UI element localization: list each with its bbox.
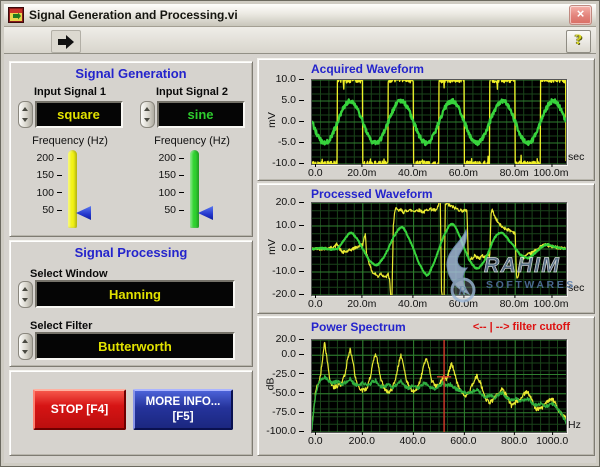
toolbar: ? [4,27,596,54]
front-panel: Signal Generation Input Signal 1 square … [4,54,596,463]
processed-waveform-chart: Processed Waveform mV 20.0 10.0 0.0 -10.… [257,183,595,314]
y-tick-label: 0.0 [281,242,304,254]
x-tick-label: 1000.0 [536,432,569,447]
more-info-button[interactable]: MORE INFO... [F5] [133,389,233,430]
slider-thumb-1[interactable] [76,206,91,220]
input-signal-2-group: Input Signal 2 sine Frequency (Hz) 200 1… [138,86,246,234]
select-filter-value[interactable]: Butterworth [35,332,235,360]
x-tick-label: 40.0m [398,295,428,310]
x-axis-unit: Hz [568,419,581,431]
x-tick-label: 20.0m [347,295,377,310]
slider-scale-2: 200 150 100 50 [148,152,184,216]
input-signal-1-label: Input Signal 1 [33,86,107,98]
chart-title: Acquired Waveform [311,62,424,76]
slider-scale-1: 200 150 100 50 [26,152,62,216]
y-tick-label: -50.0 [272,387,304,399]
acquired-waveform-chart: Acquired Waveform mV 10.0 5.0 0.0 -5.0 -… [257,58,595,181]
frequency-label-2: Frequency (Hz) [154,135,230,147]
close-icon[interactable]: × [569,5,592,25]
plot-area [311,79,567,165]
y-tick-label: -10.0 [272,265,304,277]
x-tick-label: 800.0 [501,432,528,447]
select-filter-spinner[interactable] [18,332,33,360]
select-window-spinner[interactable] [18,280,33,308]
x-tick-label: 80.0m [499,295,529,310]
more-info-line1: MORE INFO... [145,396,221,409]
signal-processing-title: Signal Processing [74,245,188,260]
select-window-label: Select Window [30,268,108,280]
y-tick-label: -10.0 [272,157,304,169]
window-title: Signal Generation and Processing.vi [29,8,238,22]
y-tick-label: 0.0 [281,348,304,360]
x-axis-unit: sec [568,282,585,294]
chart-title: Power Spectrum [311,320,406,334]
select-filter-label: Select Filter [30,320,93,332]
signal-processing-panel: Signal Processing Select Window Hanning … [9,240,253,367]
actions-panel: STOP [F4] MORE INFO... [F5] [9,370,253,456]
y-axis-ticks: 20.0 10.0 0.0 -10.0 -20.0 [258,196,304,300]
y-tick-label: 20.0 [276,196,304,208]
vi-icon [8,7,24,23]
input-signal-1-value[interactable]: square [34,101,123,128]
x-tick-label: 100.0m [533,295,569,310]
slider-track-1[interactable] [68,150,77,228]
frequency-label-1: Frequency (Hz) [32,135,108,147]
stop-button[interactable]: STOP [F4] [33,389,126,430]
input-signal-2-label: Input Signal 2 [155,86,229,98]
y-axis-ticks: 10.0 5.0 0.0 -5.0 -10.0 [258,73,304,169]
x-tick-label: 200.0 [348,432,375,447]
x-tick-label: 60.0m [448,164,478,179]
slider-track-2[interactable] [190,150,199,228]
input-signal-2-value[interactable]: sine [156,101,245,128]
y-tick-label: -5.0 [278,136,304,148]
y-tick-label: 5.0 [281,94,304,106]
x-tick-label: 100.0m [533,164,569,179]
filter-cutoff-annotation: <-- | --> filter cutoff [472,321,570,333]
y-tick-label: 20.0 [276,333,304,345]
frequency-slider-2: 200 150 100 50 [138,150,246,234]
y-tick-label: -75.0 [272,406,304,418]
x-tick-label: 0.0 [308,295,323,310]
x-tick-label: 20.0m [347,164,377,179]
select-window-value[interactable]: Hanning [35,280,235,308]
help-button[interactable]: ? [566,30,591,53]
app-window: Signal Generation and Processing.vi × ? … [0,0,600,467]
plot-area [311,339,567,433]
x-tick-label: 80.0m [499,164,529,179]
signal-generation-panel: Signal Generation Input Signal 1 square … [9,61,253,237]
run-arrow-icon [58,34,74,49]
run-button[interactable] [51,30,81,53]
input-signal-1-spinner[interactable] [17,101,33,128]
y-tick-label: 10.0 [276,219,304,231]
window-titlebar: Signal Generation and Processing.vi × [4,4,596,27]
x-axis-ticks: 0.0 20.0m 40.0m 60.0m 80.0m 100.0m [308,164,569,180]
x-tick-label: 60.0m [448,295,478,310]
x-tick-label: 400.0 [399,432,426,447]
input-signal-1-group: Input Signal 1 square Frequency (Hz) 200… [16,86,124,234]
slider-thumb-2[interactable] [198,206,213,220]
y-tick-label: -25.0 [272,368,304,380]
y-tick-label: -20.0 [272,288,304,300]
plot-area [311,202,567,296]
x-axis-ticks: 0.0 20.0m 40.0m 60.0m 80.0m 100.0m [308,295,569,311]
y-tick-label: -100.0 [266,425,304,437]
x-tick-label: 40.0m [398,164,428,179]
power-spectrum-chart: Power Spectrum <-- | --> filter cutoff d… [257,316,595,456]
signal-generation-title: Signal Generation [75,66,187,81]
more-info-line2: [F5] [172,410,194,423]
x-axis-ticks: 0.0 200.0 400.0 600.0 800.0 1000.0 [308,432,569,448]
chart-title: Processed Waveform [311,187,433,201]
x-axis-unit: sec [568,151,585,163]
input-signal-2-spinner[interactable] [139,101,155,128]
y-tick-label: 0.0 [281,115,304,127]
x-tick-label: 0.0 [308,432,323,447]
y-axis-ticks: 20.0 0.0 -25.0 -50.0 -75.0 -100.0 [258,333,304,437]
x-tick-label: 600.0 [450,432,477,447]
y-tick-label: 10.0 [276,73,304,85]
frequency-slider-1: 200 150 100 50 [16,150,124,234]
x-tick-label: 0.0 [308,164,323,179]
